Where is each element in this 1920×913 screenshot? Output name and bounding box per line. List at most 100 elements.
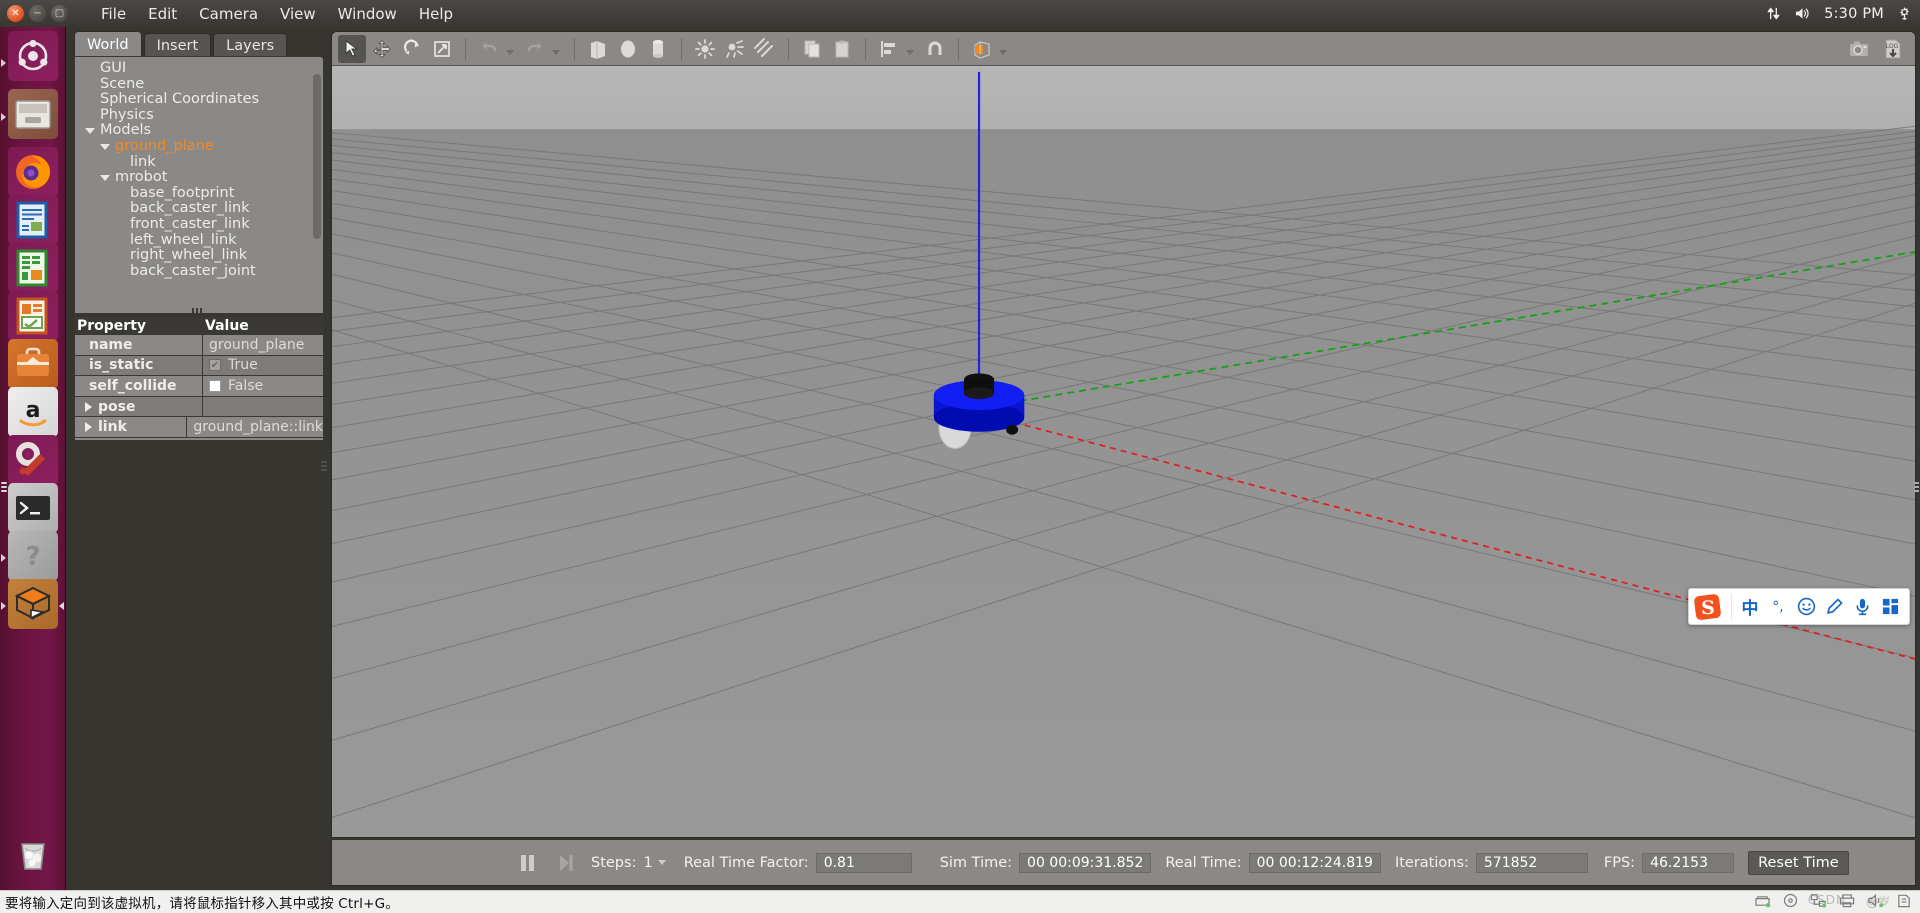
chevron-down-icon[interactable] [906, 50, 914, 55]
tree-item-left-wheel-link[interactable]: left_wheel_link [75, 232, 323, 249]
property-self-collide-value[interactable]: False [203, 376, 323, 396]
maximize-window-button[interactable]: ▢ [51, 5, 68, 22]
property-link-label[interactable]: link [75, 417, 188, 437]
align-button[interactable] [875, 35, 903, 63]
insert-directional-light-button[interactable] [751, 35, 779, 63]
sogou-s-icon[interactable]: S [1689, 590, 1727, 624]
tree-item-back-caster-joint[interactable]: back_caster_joint [75, 263, 323, 280]
is-static-checkbox[interactable] [209, 359, 221, 372]
chevron-down-icon[interactable] [100, 174, 110, 181]
paste-button[interactable] [828, 35, 856, 63]
chevron-right-icon[interactable] [85, 422, 92, 433]
insert-sphere-button[interactable] [614, 35, 642, 63]
hard-disk-icon[interactable] [1754, 894, 1771, 912]
usb-icon[interactable] [1896, 893, 1912, 912]
property-pose-label[interactable]: pose [75, 396, 203, 417]
snap-button[interactable] [921, 35, 949, 63]
tree-item-models[interactable]: Models [75, 123, 323, 139]
steps-value[interactable]: 1 [643, 855, 652, 871]
view-mode-button[interactable] [968, 35, 996, 63]
scene-render[interactable] [332, 66, 1915, 837]
sound-icon[interactable] [1867, 893, 1884, 912]
select-mode-button[interactable] [338, 34, 366, 63]
firefox-icon[interactable] [8, 147, 58, 197]
menu-view[interactable]: View [269, 3, 327, 25]
rotate-mode-button[interactable] [398, 35, 426, 63]
chevron-down-icon[interactable] [552, 50, 560, 55]
network-updown-icon[interactable] [1766, 6, 1781, 21]
pause-icon[interactable] [519, 853, 536, 873]
input-mode-chinese-button[interactable]: 中 [1736, 592, 1764, 622]
network-adapter-icon[interactable] [1810, 893, 1827, 912]
copy-button[interactable] [798, 35, 826, 63]
gear-icon[interactable] [1897, 6, 1912, 21]
menu-file[interactable]: File [90, 3, 137, 25]
libreoffice-writer-icon[interactable] [8, 195, 58, 245]
tree-item-base-footprint[interactable]: base_footprint [75, 185, 323, 202]
window-resize-grip[interactable] [1914, 482, 1919, 496]
reset-time-button[interactable]: Reset Time [1748, 850, 1849, 875]
tree-item-gui[interactable]: GUI [75, 60, 323, 77]
help-icon[interactable]: ? [8, 531, 58, 581]
files-icon[interactable] [8, 89, 58, 139]
clock[interactable]: 5:30 PM [1824, 6, 1884, 22]
chevron-down-icon[interactable] [85, 128, 95, 135]
table-row[interactable]: self_collide False [75, 376, 323, 397]
libreoffice-impress-icon[interactable] [8, 291, 58, 341]
panel-resize-grip[interactable] [192, 308, 208, 314]
tree-item-mrobot[interactable]: mrobot [75, 170, 323, 186]
tree-scrollbar[interactable] [313, 74, 321, 312]
menu-edit[interactable]: Edit [137, 3, 188, 25]
punctuation-mode-button[interactable]: °, [1764, 592, 1792, 622]
close-window-button[interactable]: ✕ [7, 5, 24, 22]
iterations-value[interactable]: 571852 [1475, 852, 1588, 873]
chevron-down-icon[interactable] [657, 860, 666, 865]
table-row[interactable]: name ground_plane [75, 335, 323, 356]
tab-insert[interactable]: Insert [143, 33, 212, 57]
redo-button[interactable] [521, 35, 549, 63]
table-row[interactable]: link ground_plane::link [75, 417, 323, 438]
undo-button[interactable] [475, 35, 503, 63]
minimize-window-button[interactable]: − [29, 5, 46, 22]
property-name-value[interactable]: ground_plane [203, 335, 323, 355]
chevron-down-icon[interactable] [100, 143, 110, 150]
tree-item-spherical-coordinates[interactable]: Spherical Coordinates [75, 92, 323, 108]
tree-item-ground-plane[interactable]: ground_plane [75, 138, 323, 155]
fps-value[interactable]: 46.2153 [1642, 852, 1735, 873]
dock-splitter-grip[interactable] [321, 461, 327, 477]
chevron-down-icon[interactable] [506, 50, 514, 55]
3d-viewport[interactable] [332, 66, 1915, 837]
terminal-icon[interactable] [8, 483, 58, 533]
tab-world[interactable]: World [74, 31, 142, 57]
self-collide-checkbox[interactable] [209, 379, 221, 392]
real-time-value[interactable]: 00 00:12:24.819 [1248, 852, 1381, 873]
system-settings-icon[interactable] [8, 435, 58, 485]
tree-item-scene[interactable]: Scene [75, 76, 323, 93]
tree-item-link[interactable]: link [75, 154, 323, 171]
microphone-icon[interactable] [1848, 592, 1876, 622]
real-time-factor-value[interactable]: 0.81 [815, 852, 912, 873]
volume-icon[interactable] [1794, 6, 1811, 21]
table-row[interactable]: pose [75, 396, 323, 418]
amazon-icon[interactable]: a [8, 387, 58, 437]
chevron-right-icon[interactable] [85, 401, 92, 412]
tree-item-right-wheel-link[interactable]: right_wheel_link [75, 248, 323, 264]
insert-spot-light-button[interactable] [721, 35, 749, 63]
printer-icon[interactable] [1839, 893, 1855, 912]
grid-squares-icon[interactable] [1876, 592, 1904, 622]
menu-window[interactable]: Window [327, 3, 408, 25]
insert-point-light-button[interactable] [691, 35, 719, 63]
gazebo-icon[interactable] [8, 579, 58, 629]
table-row[interactable]: is_static True [75, 355, 323, 377]
sogou-ime-bar[interactable]: S 中 °, [1688, 588, 1910, 625]
menu-camera[interactable]: Camera [188, 3, 269, 25]
libreoffice-calc-icon[interactable] [8, 243, 58, 293]
pencil-icon[interactable] [1820, 592, 1848, 622]
menu-help[interactable]: Help [408, 3, 464, 25]
log-download-icon[interactable]: LOG [1879, 35, 1907, 63]
trash-icon[interactable] [8, 827, 58, 877]
step-forward-icon[interactable] [558, 853, 573, 873]
tree-scrollbar-thumb[interactable] [313, 74, 321, 239]
sim-time-value[interactable]: 00 00:09:31.852 [1019, 852, 1152, 873]
camera-icon[interactable] [1845, 35, 1873, 63]
